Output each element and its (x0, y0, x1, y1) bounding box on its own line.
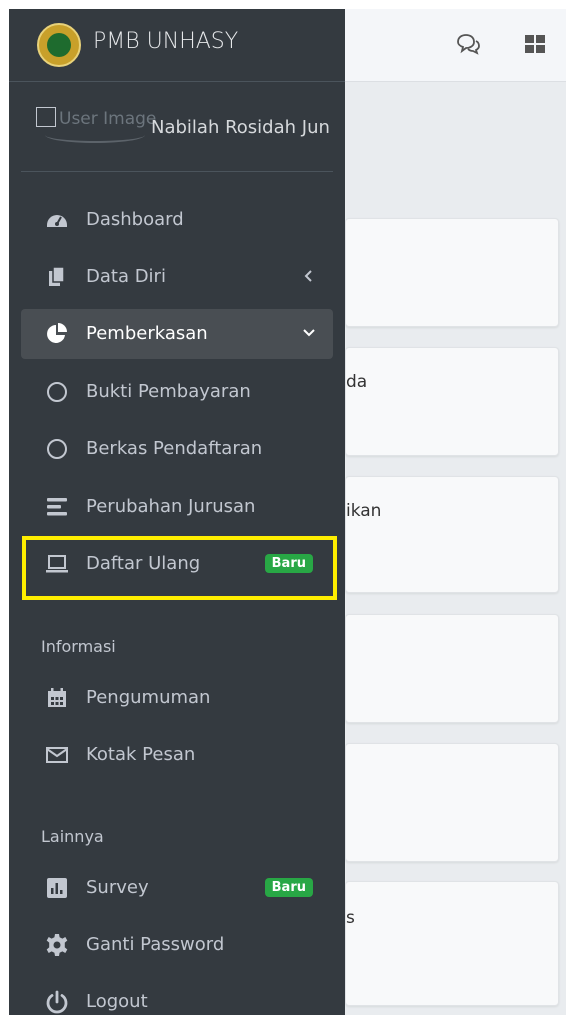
content-card (345, 614, 559, 723)
user-panel[interactable]: User Image Nabilah Rosidah Jun (9, 97, 345, 169)
envelope-icon (45, 743, 69, 767)
user-name[interactable]: Nabilah Rosidah Jun (151, 117, 330, 138)
nav-label: Pemberkasan (86, 323, 208, 344)
nav-item-pengumuman[interactable]: Pengumuman (21, 673, 333, 723)
chevron-left-icon (304, 270, 312, 282)
nav-item-ganti-password[interactable]: Ganti Password (21, 920, 333, 970)
content-card: s (345, 881, 559, 1006)
calendar-icon (45, 686, 69, 710)
pie-chart-icon (45, 322, 69, 346)
nav-label: Survey (86, 877, 149, 898)
user-image-placeholder (36, 107, 56, 127)
content-card: da (345, 347, 559, 456)
brand-link[interactable]: PMB UNHASY (9, 9, 345, 82)
user-image-outline (45, 127, 145, 143)
app-screen: da ikan s PMB UNHASY User Image Nabilah … (9, 9, 566, 1015)
card-text-fragment: da (346, 372, 368, 392)
nav-item-dashboard[interactable]: Dashboard (21, 195, 333, 245)
content-card (345, 743, 559, 862)
nav-label: Perubahan Jurusan (86, 496, 256, 517)
grid-icon[interactable] (523, 31, 549, 57)
card-text-fragment: s (346, 908, 355, 928)
nav-label: Data Diri (86, 266, 166, 287)
nav-label: Ganti Password (86, 934, 225, 955)
card-text-fragment: ikan (346, 501, 382, 521)
bar-chart-icon (45, 876, 69, 900)
nav-item-data-diri[interactable]: Data Diri (21, 252, 333, 302)
nav-label: Berkas Pendaftaran (86, 438, 263, 459)
bars-icon (45, 495, 69, 519)
chevron-down-icon (303, 329, 315, 337)
divider (21, 171, 333, 172)
new-badge: Baru (264, 878, 313, 897)
sidebar: PMB UNHASY User Image Nabilah Rosidah Ju… (9, 9, 345, 1015)
nav-item-kotak-pesan[interactable]: Kotak Pesan (21, 730, 333, 780)
university-logo (37, 23, 81, 67)
nav-item-bukti-pembayaran[interactable]: Bukti Pembayaran (21, 367, 333, 417)
section-header-informasi: Informasi (41, 637, 116, 656)
gear-icon (45, 933, 69, 957)
nav-label: Bukti Pembayaran (86, 381, 251, 402)
nav-item-perubahan-jurusan[interactable]: Perubahan Jurusan (21, 482, 333, 532)
nav-item-pemberkasan[interactable]: Pemberkasan (21, 309, 333, 359)
section-header-lainnya: Lainnya (41, 827, 104, 846)
copy-icon (45, 265, 69, 289)
circle-icon (45, 437, 69, 461)
brand-title: PMB UNHASY (93, 29, 239, 54)
user-image-alt-text: User Image (59, 109, 157, 129)
content-card: ikan (345, 476, 559, 593)
highlight-box (22, 536, 337, 600)
nav-item-survey[interactable]: Survey Baru (21, 863, 333, 913)
nav-item-logout[interactable]: Logout (21, 977, 333, 1015)
power-icon (45, 990, 69, 1014)
nav-label: Kotak Pesan (86, 744, 196, 765)
tachometer-icon (45, 208, 69, 232)
chat-icon[interactable] (455, 31, 481, 57)
nav-label: Logout (86, 991, 148, 1012)
nav-label: Pengumuman (86, 687, 211, 708)
circle-icon (45, 380, 69, 404)
nav-label: Dashboard (86, 209, 184, 230)
content-card (345, 218, 559, 327)
nav-item-berkas-pendaftaran[interactable]: Berkas Pendaftaran (21, 424, 333, 474)
